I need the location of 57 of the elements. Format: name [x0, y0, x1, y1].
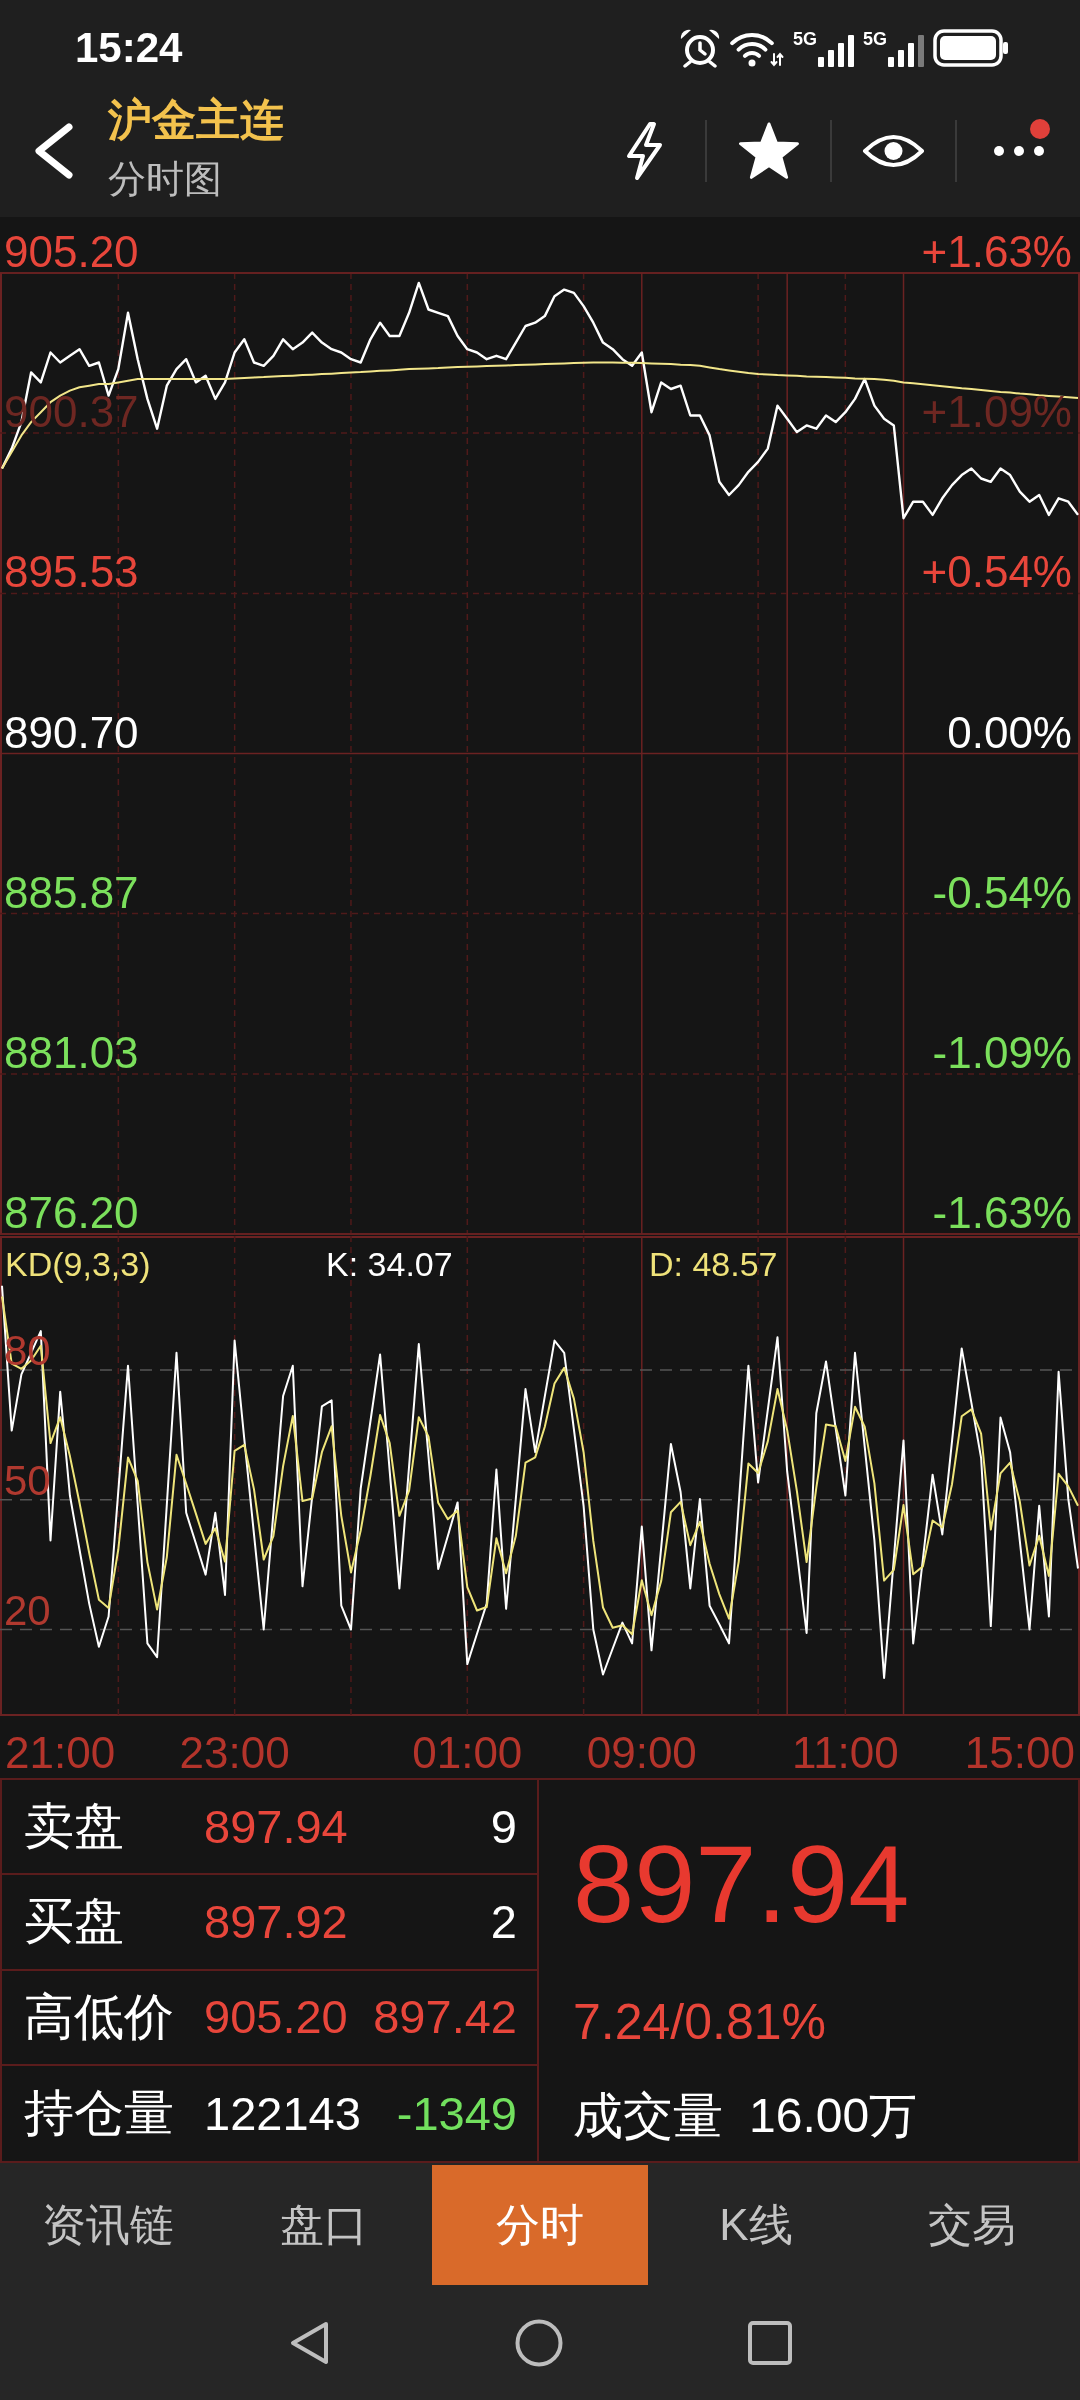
home-icon[interactable] [515, 2318, 563, 2367]
percent-axis-label: -0.54% [932, 867, 1072, 917]
price-axis-label: 876.20 [4, 1188, 139, 1236]
volume-label: 成交量 [573, 2087, 723, 2146]
price-axis-label: 890.70 [4, 707, 139, 757]
price-axis-label: 895.53 [4, 547, 139, 597]
percent-axis-label: 0.00% [947, 707, 1072, 757]
time-axis-label: 11:00 [791, 1728, 899, 1777]
volume-value: 16.00万 [749, 2088, 918, 2144]
time-axis-label: 09:00 [586, 1728, 697, 1777]
kd-axis-label: 20 [4, 1586, 51, 1634]
signal-icon [818, 34, 854, 67]
recent-apps-icon[interactable] [748, 2320, 792, 2365]
quote-value: 897.42 [373, 1991, 517, 2043]
k-value: K: 34.07 [326, 1245, 453, 1283]
quote-value: -1349 [396, 2087, 517, 2140]
chart-subtitle: 分时图 [108, 157, 223, 201]
price-axis-label: 885.87 [4, 867, 139, 917]
alarm-clock-icon [678, 27, 721, 68]
quote-value: 122143 [204, 2087, 361, 2140]
last-price: 897.94 [573, 1828, 910, 1940]
quote-label: 买盘 [24, 1894, 125, 1950]
network-type-label: 5G [863, 28, 887, 49]
time-axis-label: 21:00 [5, 1728, 116, 1777]
tab[interactable]: 交易 [864, 2165, 1080, 2285]
price-axis-label: 881.03 [4, 1027, 139, 1077]
quote-label: 高低价 [24, 1989, 175, 2045]
percent-axis-label: -1.09% [932, 1027, 1072, 1077]
quote-value: 897.94 [204, 1800, 348, 1853]
percent-axis-label: +1.63% [921, 227, 1072, 276]
d-value: D: 48.57 [649, 1245, 778, 1283]
battery-icon [933, 28, 1009, 67]
time-axis-label: 01:00 [412, 1728, 523, 1777]
time-axis-label: 23:00 [179, 1728, 290, 1777]
network-type-label: 5G [792, 28, 817, 49]
quote-value: 905.20 [204, 1991, 348, 2043]
price-axis-label: 905.20 [4, 227, 139, 276]
tab[interactable]: 资讯链 [0, 2165, 216, 2285]
star-icon[interactable] [737, 122, 800, 180]
quote-label: 卖盘 [24, 1799, 125, 1855]
status-time: 15:24 [75, 26, 183, 69]
quote-label: 持仓量 [24, 2085, 175, 2141]
percent-axis-label: -1.63% [932, 1188, 1072, 1236]
instrument-title: 沪金主连 [108, 95, 284, 145]
percent-axis-label: +0.54% [921, 547, 1072, 597]
more-icon[interactable] [993, 145, 1044, 157]
quote-value: 2 [490, 1896, 517, 1948]
time-axis-label: 15:00 [964, 1728, 1075, 1777]
signal-icon [888, 34, 924, 67]
tab[interactable]: K线 [648, 2165, 864, 2285]
percent-axis-label: +1.09% [921, 387, 1072, 437]
tab[interactable]: 盘口 [216, 2165, 432, 2285]
quote-value: 897.92 [204, 1896, 348, 1948]
price-change: 7.24/0.81% [573, 1993, 826, 2052]
back-icon[interactable] [288, 2319, 330, 2366]
quote-value: 9 [490, 1800, 517, 1853]
indicator-name: KD(9,3,3) [5, 1245, 151, 1283]
